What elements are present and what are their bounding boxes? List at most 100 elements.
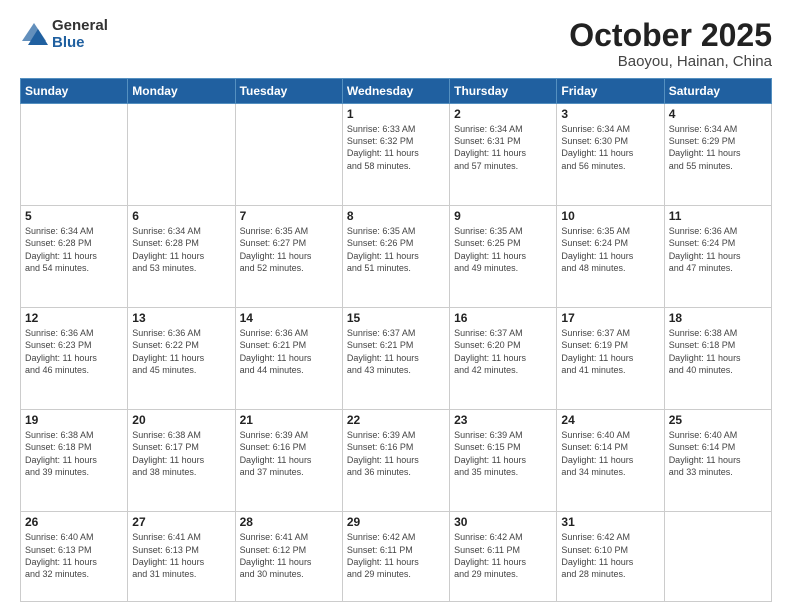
day-info: Sunrise: 6:35 AM Sunset: 6:25 PM Dayligh… bbox=[454, 225, 552, 274]
day-info: Sunrise: 6:37 AM Sunset: 6:20 PM Dayligh… bbox=[454, 327, 552, 376]
day-number: 1 bbox=[347, 107, 445, 121]
col-tuesday: Tuesday bbox=[235, 79, 342, 104]
day-info: Sunrise: 6:40 AM Sunset: 6:13 PM Dayligh… bbox=[25, 531, 123, 580]
header-row: Sunday Monday Tuesday Wednesday Thursday… bbox=[21, 79, 772, 104]
day-info: Sunrise: 6:33 AM Sunset: 6:32 PM Dayligh… bbox=[347, 123, 445, 172]
day-number: 16 bbox=[454, 311, 552, 325]
day-cell: 8 Sunrise: 6:35 AM Sunset: 6:26 PM Daylig… bbox=[342, 206, 449, 308]
day-number: 27 bbox=[132, 515, 230, 529]
day-info: Sunrise: 6:36 AM Sunset: 6:21 PM Dayligh… bbox=[240, 327, 338, 376]
day-cell: 6 Sunrise: 6:34 AM Sunset: 6:28 PM Daylig… bbox=[128, 206, 235, 308]
day-number: 7 bbox=[240, 209, 338, 223]
day-info: Sunrise: 6:42 AM Sunset: 6:10 PM Dayligh… bbox=[561, 531, 659, 580]
day-cell: 31 Sunrise: 6:42 AM Sunset: 6:10 PM Dayli… bbox=[557, 512, 664, 602]
day-cell: 4 Sunrise: 6:34 AM Sunset: 6:29 PM Daylig… bbox=[664, 104, 771, 206]
week-row-2: 5 Sunrise: 6:34 AM Sunset: 6:28 PM Daylig… bbox=[21, 206, 772, 308]
day-info: Sunrise: 6:40 AM Sunset: 6:14 PM Dayligh… bbox=[561, 429, 659, 478]
day-number: 5 bbox=[25, 209, 123, 223]
day-number: 11 bbox=[669, 209, 767, 223]
day-number: 28 bbox=[240, 515, 338, 529]
day-info: Sunrise: 6:34 AM Sunset: 6:29 PM Dayligh… bbox=[669, 123, 767, 172]
logo: General Blue bbox=[20, 18, 108, 51]
day-info: Sunrise: 6:38 AM Sunset: 6:17 PM Dayligh… bbox=[132, 429, 230, 478]
day-cell: 7Sunrise: 6:35 AM Sunset: 6:27 PM Daylig… bbox=[235, 206, 342, 308]
day-cell bbox=[21, 104, 128, 206]
day-number: 3 bbox=[561, 107, 659, 121]
logo-general: General bbox=[52, 18, 108, 35]
day-info: Sunrise: 6:34 AM Sunset: 6:31 PM Dayligh… bbox=[454, 123, 552, 172]
day-number: 29 bbox=[347, 515, 445, 529]
week-row-5: 26 Sunrise: 6:40 AM Sunset: 6:13 PM Dayli… bbox=[21, 512, 772, 602]
day-info: Sunrise: 6:39 AM Sunset: 6:16 PM Dayligh… bbox=[240, 429, 338, 478]
day-cell: 2 Sunrise: 6:34 AM Sunset: 6:31 PM Daylig… bbox=[450, 104, 557, 206]
day-cell bbox=[664, 512, 771, 602]
day-cell: 5 Sunrise: 6:34 AM Sunset: 6:28 PM Daylig… bbox=[21, 206, 128, 308]
day-number: 6 bbox=[132, 209, 230, 223]
col-sunday: Sunday bbox=[21, 79, 128, 104]
day-number: 30 bbox=[454, 515, 552, 529]
day-cell: 17 Sunrise: 6:37 AM Sunset: 6:19 PM Dayli… bbox=[557, 308, 664, 410]
day-cell: 1 Sunrise: 6:33 AM Sunset: 6:32 PM Daylig… bbox=[342, 104, 449, 206]
day-info: Sunrise: 6:37 AM Sunset: 6:21 PM Dayligh… bbox=[347, 327, 445, 376]
day-cell: 29Sunrise: 6:42 AM Sunset: 6:11 PM Dayli… bbox=[342, 512, 449, 602]
day-cell bbox=[235, 104, 342, 206]
day-number: 2 bbox=[454, 107, 552, 121]
day-info: Sunrise: 6:34 AM Sunset: 6:28 PM Dayligh… bbox=[132, 225, 230, 274]
day-cell: 21Sunrise: 6:39 AM Sunset: 6:16 PM Dayli… bbox=[235, 410, 342, 512]
day-cell: 23Sunrise: 6:39 AM Sunset: 6:15 PM Dayli… bbox=[450, 410, 557, 512]
calendar-table: Sunday Monday Tuesday Wednesday Thursday… bbox=[20, 78, 772, 602]
day-number: 4 bbox=[669, 107, 767, 121]
day-cell: 30 Sunrise: 6:42 AM Sunset: 6:11 PM Dayli… bbox=[450, 512, 557, 602]
col-saturday: Saturday bbox=[664, 79, 771, 104]
week-row-1: 1 Sunrise: 6:33 AM Sunset: 6:32 PM Daylig… bbox=[21, 104, 772, 206]
day-cell: 3 Sunrise: 6:34 AM Sunset: 6:30 PM Daylig… bbox=[557, 104, 664, 206]
day-cell: 25Sunrise: 6:40 AM Sunset: 6:14 PM Dayli… bbox=[664, 410, 771, 512]
day-info: Sunrise: 6:34 AM Sunset: 6:28 PM Dayligh… bbox=[25, 225, 123, 274]
day-cell: 28 Sunrise: 6:41 AM Sunset: 6:12 PM Dayli… bbox=[235, 512, 342, 602]
day-info: Sunrise: 6:36 AM Sunset: 6:22 PM Dayligh… bbox=[132, 327, 230, 376]
day-info: Sunrise: 6:34 AM Sunset: 6:30 PM Dayligh… bbox=[561, 123, 659, 172]
day-cell: 9Sunrise: 6:35 AM Sunset: 6:25 PM Daylig… bbox=[450, 206, 557, 308]
header: General Blue October 2025 Baoyou, Hainan… bbox=[20, 18, 772, 70]
day-cell: 27Sunrise: 6:41 AM Sunset: 6:13 PM Dayli… bbox=[128, 512, 235, 602]
day-cell: 12 Sunrise: 6:36 AM Sunset: 6:23 PM Dayli… bbox=[21, 308, 128, 410]
day-cell: 26 Sunrise: 6:40 AM Sunset: 6:13 PM Dayli… bbox=[21, 512, 128, 602]
day-cell: 16 Sunrise: 6:37 AM Sunset: 6:20 PM Dayli… bbox=[450, 308, 557, 410]
col-thursday: Thursday bbox=[450, 79, 557, 104]
day-info: Sunrise: 6:41 AM Sunset: 6:12 PM Dayligh… bbox=[240, 531, 338, 580]
day-number: 17 bbox=[561, 311, 659, 325]
day-number: 20 bbox=[132, 413, 230, 427]
col-friday: Friday bbox=[557, 79, 664, 104]
day-info: Sunrise: 6:36 AM Sunset: 6:23 PM Dayligh… bbox=[25, 327, 123, 376]
day-number: 8 bbox=[347, 209, 445, 223]
day-cell: 10Sunrise: 6:35 AM Sunset: 6:24 PM Dayli… bbox=[557, 206, 664, 308]
day-cell: 20 Sunrise: 6:38 AM Sunset: 6:17 PM Dayli… bbox=[128, 410, 235, 512]
day-number: 12 bbox=[25, 311, 123, 325]
logo-text: General Blue bbox=[52, 18, 108, 51]
calendar-subtitle: Baoyou, Hainan, China bbox=[569, 53, 772, 70]
day-info: Sunrise: 6:38 AM Sunset: 6:18 PM Dayligh… bbox=[25, 429, 123, 478]
day-number: 26 bbox=[25, 515, 123, 529]
day-info: Sunrise: 6:40 AM Sunset: 6:14 PM Dayligh… bbox=[669, 429, 767, 478]
logo-blue: Blue bbox=[52, 35, 108, 52]
day-info: Sunrise: 6:39 AM Sunset: 6:15 PM Dayligh… bbox=[454, 429, 552, 478]
col-wednesday: Wednesday bbox=[342, 79, 449, 104]
day-info: Sunrise: 6:39 AM Sunset: 6:16 PM Dayligh… bbox=[347, 429, 445, 478]
day-number: 13 bbox=[132, 311, 230, 325]
day-number: 14 bbox=[240, 311, 338, 325]
day-cell: 18 Sunrise: 6:38 AM Sunset: 6:18 PM Dayli… bbox=[664, 308, 771, 410]
day-cell bbox=[128, 104, 235, 206]
day-info: Sunrise: 6:38 AM Sunset: 6:18 PM Dayligh… bbox=[669, 327, 767, 376]
day-info: Sunrise: 6:35 AM Sunset: 6:26 PM Dayligh… bbox=[347, 225, 445, 274]
day-cell: 11Sunrise: 6:36 AM Sunset: 6:24 PM Dayli… bbox=[664, 206, 771, 308]
day-cell: 13 Sunrise: 6:36 AM Sunset: 6:22 PM Dayli… bbox=[128, 308, 235, 410]
day-number: 18 bbox=[669, 311, 767, 325]
day-number: 24 bbox=[561, 413, 659, 427]
day-info: Sunrise: 6:42 AM Sunset: 6:11 PM Dayligh… bbox=[454, 531, 552, 580]
day-number: 31 bbox=[561, 515, 659, 529]
day-cell: 19Sunrise: 6:38 AM Sunset: 6:18 PM Dayli… bbox=[21, 410, 128, 512]
week-row-4: 19Sunrise: 6:38 AM Sunset: 6:18 PM Dayli… bbox=[21, 410, 772, 512]
day-info: Sunrise: 6:37 AM Sunset: 6:19 PM Dayligh… bbox=[561, 327, 659, 376]
day-info: Sunrise: 6:35 AM Sunset: 6:24 PM Dayligh… bbox=[561, 225, 659, 274]
page: General Blue October 2025 Baoyou, Hainan… bbox=[0, 0, 792, 612]
